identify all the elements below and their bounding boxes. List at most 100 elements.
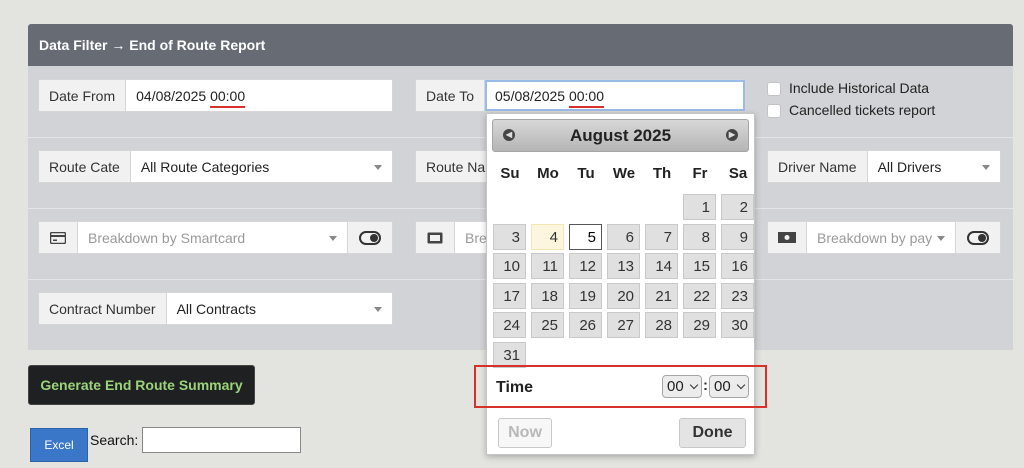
datepicker-popup: ◀ August 2025 ▶ Su Mo Tu We Th Fr Sa 123456789… bbox=[474, 113, 767, 455]
toggle-icon[interactable] bbox=[955, 222, 1000, 253]
route-name-label: Route Na bbox=[416, 151, 496, 182]
toggle-icon[interactable] bbox=[347, 222, 392, 253]
calendar-day[interactable]: 1 bbox=[683, 194, 716, 220]
route-name-field[interactable]: Route Na bbox=[415, 150, 496, 183]
calendar-day[interactable]: 7 bbox=[645, 223, 678, 250]
driver-name-field[interactable]: Driver Name All Drivers bbox=[767, 150, 1001, 183]
month-label: August 2025 bbox=[569, 125, 672, 145]
calendar-day[interactable]: 6 bbox=[607, 223, 640, 250]
calendar-day[interactable]: 21 bbox=[645, 282, 678, 309]
now-button[interactable]: Now bbox=[498, 418, 552, 448]
calendar-day[interactable]: 5 bbox=[569, 223, 602, 250]
calendar-day[interactable]: 30 bbox=[721, 312, 754, 338]
calendar-day[interactable]: 31 bbox=[493, 341, 526, 368]
calendar-day[interactable]: 10 bbox=[493, 253, 526, 279]
prev-month-icon[interactable]: ◀ bbox=[503, 129, 515, 141]
contract-number-value: All Contracts bbox=[176, 300, 256, 317]
date-to-date: 05/08/2025 bbox=[495, 87, 566, 104]
driver-name-value: All Drivers bbox=[877, 158, 942, 175]
time-separator: : bbox=[703, 377, 708, 394]
payment-placeholder: Breakdown by pay bbox=[817, 229, 933, 246]
weekday-th: Th bbox=[652, 165, 672, 182]
cancelled-tickets-label: Cancelled tickets report bbox=[789, 102, 936, 118]
datepicker-header: ◀ August 2025 ▶ bbox=[492, 119, 749, 152]
calendar-day[interactable]: 19 bbox=[569, 282, 602, 309]
calendar-day[interactable]: 26 bbox=[569, 312, 602, 338]
calendar-day[interactable]: 20 bbox=[607, 282, 640, 309]
cancelled-tickets-checkbox[interactable] bbox=[767, 104, 781, 118]
calendar-day[interactable]: 25 bbox=[531, 312, 564, 338]
weekday-fr: Fr bbox=[692, 165, 708, 182]
weekday-sa: Sa bbox=[728, 165, 748, 182]
excel-button[interactable]: Excel bbox=[30, 428, 88, 462]
done-button[interactable]: Done bbox=[679, 418, 746, 448]
payment-select[interactable]: Breakdown by pay bbox=[807, 222, 955, 253]
ticket-placeholder: Bre bbox=[465, 229, 487, 246]
search-label: Search: bbox=[90, 432, 139, 448]
payment-breakdown-field[interactable]: Breakdown by pay bbox=[767, 221, 1001, 254]
weekday-tu: Tu bbox=[577, 165, 595, 182]
chevron-down-icon bbox=[374, 164, 382, 170]
chevron-down-icon bbox=[689, 380, 699, 390]
chevron-down-icon bbox=[982, 164, 990, 170]
chevron-down-icon bbox=[937, 235, 945, 241]
calendar-day[interactable]: 29 bbox=[683, 312, 716, 338]
date-from-time: 00:00 bbox=[210, 87, 246, 104]
route-category-field[interactable]: Route Cate All Route Categories bbox=[38, 150, 393, 183]
calendar-day[interactable]: 16 bbox=[721, 253, 754, 279]
search-input[interactable] bbox=[142, 427, 301, 453]
calendar-day[interactable]: 27 bbox=[607, 312, 640, 338]
calendar-day[interactable]: 17 bbox=[493, 282, 526, 309]
hour-value: 00 bbox=[667, 378, 684, 395]
calendar-day[interactable]: 9 bbox=[721, 223, 754, 250]
calendar-day[interactable]: 2 bbox=[721, 194, 754, 220]
date-from-field[interactable]: Date From 04/08/2025 00:00 bbox=[38, 79, 393, 112]
weekday-we: We bbox=[612, 165, 636, 182]
calendar-day[interactable]: 12 bbox=[569, 253, 602, 279]
minute-value: 00 bbox=[714, 378, 731, 395]
calendar-day[interactable]: 23 bbox=[721, 282, 754, 309]
calendar-day[interactable]: 8 bbox=[683, 223, 716, 250]
chevron-down-icon bbox=[374, 306, 382, 312]
next-month-icon[interactable]: ▶ bbox=[726, 129, 738, 141]
date-to-label: Date To bbox=[416, 80, 485, 111]
calendar-day[interactable]: 3 bbox=[493, 223, 526, 250]
generate-summary-button[interactable]: Generate End Route Summary bbox=[28, 365, 255, 405]
smartcard-select[interactable]: Breakdown by Smartcard bbox=[78, 222, 347, 253]
calendar-day[interactable]: 15 bbox=[683, 253, 716, 279]
calendar-day[interactable]: 18 bbox=[531, 282, 564, 309]
calendar-day[interactable]: 13 bbox=[607, 253, 640, 279]
time-label: Time bbox=[496, 379, 534, 396]
smartcard-breakdown-field[interactable]: Breakdown by Smartcard bbox=[38, 221, 393, 254]
calendar-day[interactable]: 28 bbox=[645, 312, 678, 338]
include-historical-label: Include Historical Data bbox=[789, 80, 930, 96]
route-category-value: All Route Categories bbox=[140, 158, 270, 175]
credit-card-icon bbox=[39, 222, 78, 253]
calendar-day[interactable]: 22 bbox=[683, 282, 716, 309]
date-from-label: Date From bbox=[39, 80, 127, 111]
weekday-mo: Mo bbox=[537, 165, 559, 182]
route-category-select[interactable]: All Route Categories bbox=[131, 151, 392, 182]
include-historical-checkbox[interactable] bbox=[767, 82, 781, 96]
calendar-day[interactable]: 24 bbox=[493, 312, 526, 338]
chevron-down-icon bbox=[329, 235, 337, 241]
contract-number-select[interactable]: All Contracts bbox=[167, 293, 392, 324]
minute-select[interactable]: 00 bbox=[709, 375, 749, 398]
contract-number-field[interactable]: Contract Number All Contracts bbox=[38, 292, 393, 325]
calendar-day[interactable]: 14 bbox=[645, 253, 678, 279]
date-from-date: 04/08/2025 bbox=[136, 87, 207, 104]
date-from-input[interactable]: 04/08/2025 00:00 bbox=[126, 80, 392, 111]
weekday-su: Su bbox=[500, 165, 520, 182]
route-category-label: Route Cate bbox=[39, 151, 131, 182]
calendar-day[interactable]: 4 bbox=[531, 223, 564, 250]
hour-select[interactable]: 00 bbox=[662, 375, 702, 398]
ticket-breakdown-field[interactable]: Bre bbox=[415, 221, 495, 254]
driver-name-label: Driver Name bbox=[768, 151, 868, 182]
panel-title: Data Filter → End of Route Report bbox=[28, 24, 1013, 66]
ticket-icon bbox=[416, 222, 455, 253]
date-to-field[interactable]: Date To 05/08/2025 00:00 bbox=[415, 79, 746, 112]
driver-name-select[interactable]: All Drivers bbox=[868, 151, 1000, 182]
date-to-time: 00:00 bbox=[568, 87, 605, 104]
date-to-input[interactable]: 05/08/2025 00:00 bbox=[485, 80, 745, 111]
calendar-day[interactable]: 11 bbox=[531, 253, 564, 279]
